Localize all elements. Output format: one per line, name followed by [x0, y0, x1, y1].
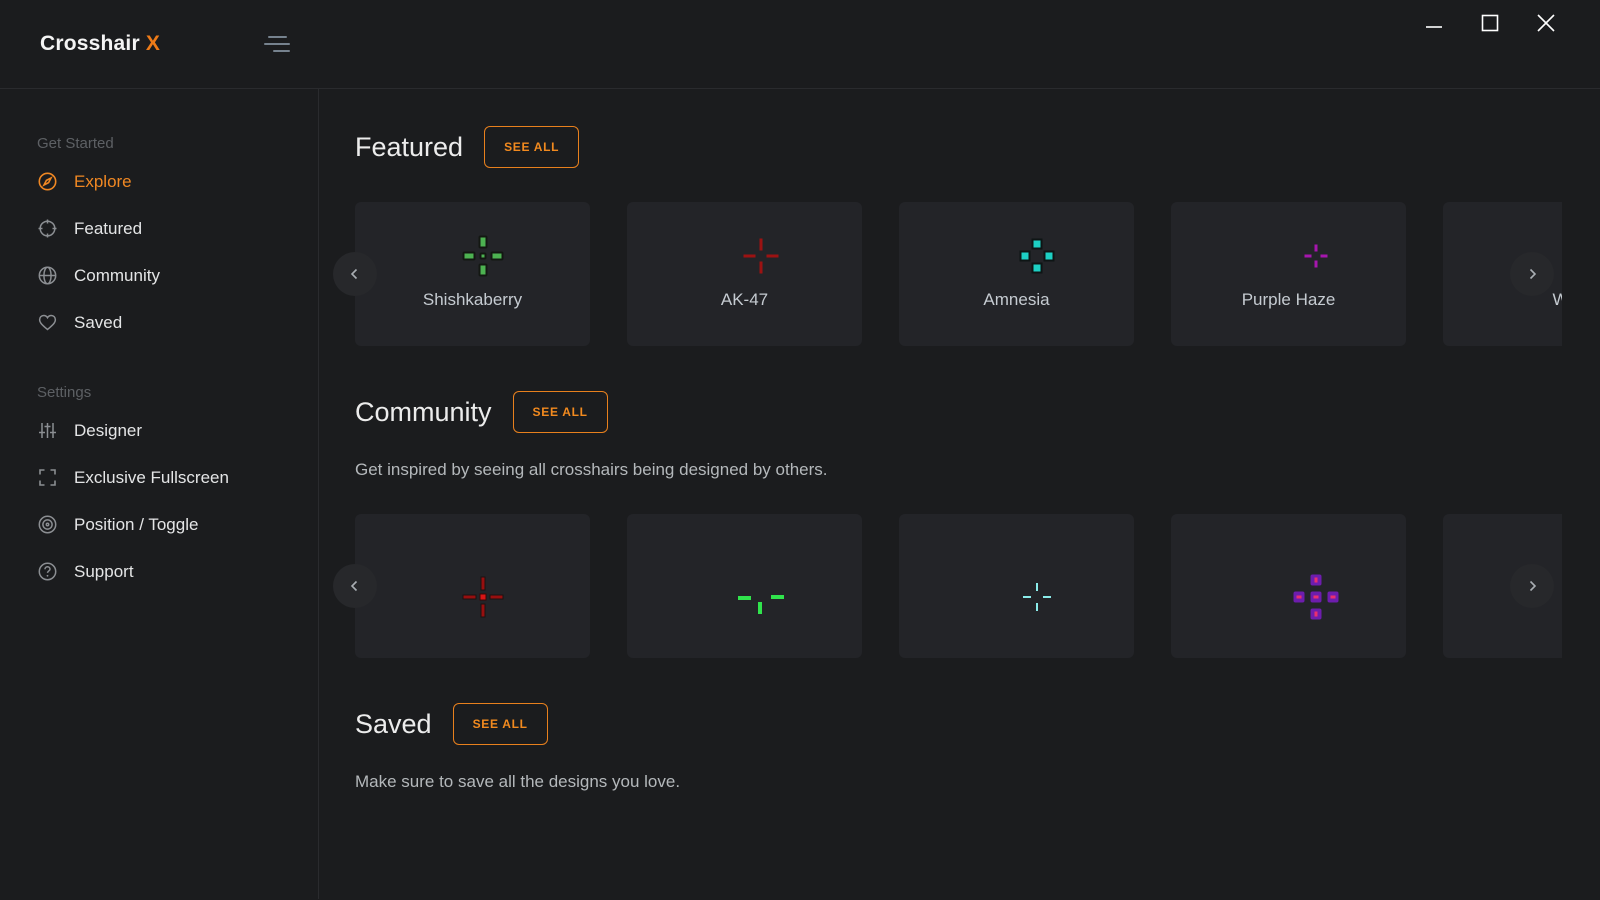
community-carousel [355, 514, 1562, 658]
target-icon [37, 514, 58, 535]
heart-icon [37, 312, 58, 333]
main-content: Featured SEE ALL Shishkaberry AK-47 Amne… [319, 89, 1600, 899]
chevron-right-icon [1524, 266, 1540, 282]
sidebar-item-position-toggle[interactable]: Position / Toggle [0, 501, 318, 548]
sidebar-item-label: Explore [74, 172, 132, 192]
sidebar-item-saved[interactable]: Saved [0, 299, 318, 346]
card-label: Shishkaberry [355, 290, 590, 310]
saved-title: Saved [355, 709, 432, 740]
sidebar-item-exclusive-fullscreen[interactable]: Exclusive Fullscreen [0, 454, 318, 501]
community-crosshair-card[interactable] [899, 514, 1134, 658]
saved-subtitle: Make sure to save all the designs you lo… [355, 772, 1600, 792]
crosshair-preview-dark-red-cross-dot [462, 577, 503, 618]
sidebar-item-label: Community [74, 266, 160, 286]
community-crosshair-card[interactable] [1171, 514, 1406, 658]
titlebar: Crosshair X [0, 0, 1600, 89]
brand-text: Crosshair [40, 32, 140, 55]
maximize-icon [1481, 14, 1499, 32]
crosshair-preview-red-thin-cross [743, 239, 778, 274]
crosshair-card-shishkaberry[interactable]: Shishkaberry [355, 202, 590, 346]
chevron-left-icon [347, 578, 363, 594]
close-button[interactable] [1536, 13, 1556, 33]
window-controls [1424, 0, 1556, 46]
sidebar-section-label: Settings [37, 384, 318, 401]
brand-accent: X [146, 32, 160, 55]
sidebar-section-label: Get Started [37, 135, 318, 152]
minimize-icon [1425, 14, 1443, 32]
scope-icon [37, 218, 58, 239]
crosshair-preview-cyan-diamond-dots [1019, 239, 1054, 274]
close-icon [1537, 14, 1555, 32]
community-section-header: Community SEE ALL [355, 391, 1600, 433]
sidebar-item-community[interactable]: Community [0, 252, 318, 299]
carousel-prev-button[interactable] [333, 564, 377, 608]
sliders-icon [37, 420, 58, 441]
crosshair-preview-light-cyan-small-cross [1023, 583, 1051, 611]
crosshair-card-purple-haze[interactable]: Purple Haze [1171, 202, 1406, 346]
help-icon [37, 561, 58, 582]
compass-icon [37, 171, 58, 192]
card-label: W [1443, 290, 1562, 310]
crosshair-card-amnesia[interactable]: Amnesia [899, 202, 1134, 346]
featured-carousel: Shishkaberry AK-47 Amnesia Purple Haze W [355, 202, 1562, 346]
sidebar-item-label: Designer [74, 421, 142, 441]
featured-title: Featured [355, 132, 463, 163]
featured-section-header: Featured SEE ALL [355, 126, 1600, 168]
sidebar-item-label: Support [74, 562, 134, 582]
saved-section-header: Saved SEE ALL [355, 703, 1600, 745]
carousel-next-button[interactable] [1510, 564, 1554, 608]
community-crosshair-card[interactable] [627, 514, 862, 658]
crosshair-card-ak47[interactable]: AK-47 [627, 202, 862, 346]
sidebar-item-featured[interactable]: Featured [0, 205, 318, 252]
sidebar-item-label: Saved [74, 313, 122, 333]
community-crosshair-card[interactable] [355, 514, 590, 658]
card-label: Purple Haze [1171, 290, 1406, 310]
fullscreen-icon [37, 467, 58, 488]
community-title: Community [355, 397, 492, 428]
crosshair-preview-magenta-small-cross [1304, 245, 1327, 268]
community-subtitle: Get inspired by seeing all crosshairs be… [355, 460, 1600, 480]
featured-see-all-button[interactable]: SEE ALL [484, 126, 579, 168]
crosshair-preview-green-dashes [738, 580, 784, 614]
sidebar-item-explore[interactable]: Explore [0, 158, 318, 205]
sidebar-item-label: Position / Toggle [74, 515, 198, 535]
sidebar-item-designer[interactable]: Designer [0, 407, 318, 454]
carousel-next-button[interactable] [1510, 252, 1554, 296]
globe-icon [37, 265, 58, 286]
card-label: AK-47 [627, 290, 862, 310]
saved-see-all-button[interactable]: SEE ALL [453, 703, 548, 745]
sidebar: Get Started Explore Featured Community S… [0, 89, 319, 899]
crosshair-preview-green-thick-cross [462, 236, 503, 277]
carousel-prev-button[interactable] [333, 252, 377, 296]
community-see-all-button[interactable]: SEE ALL [513, 391, 608, 433]
minimize-button[interactable] [1424, 13, 1444, 33]
sidebar-item-support[interactable]: Support [0, 548, 318, 595]
sidebar-item-label: Exclusive Fullscreen [74, 468, 229, 488]
card-label: Amnesia [899, 290, 1134, 310]
crosshair-preview-purple-pink-blocks [1293, 575, 1338, 620]
app-logo: Crosshair X [40, 32, 160, 56]
chevron-right-icon [1524, 578, 1540, 594]
maximize-button[interactable] [1480, 13, 1500, 33]
chevron-left-icon [347, 266, 363, 282]
sidebar-item-label: Featured [74, 219, 142, 239]
hamburger-menu-icon[interactable] [264, 36, 294, 54]
